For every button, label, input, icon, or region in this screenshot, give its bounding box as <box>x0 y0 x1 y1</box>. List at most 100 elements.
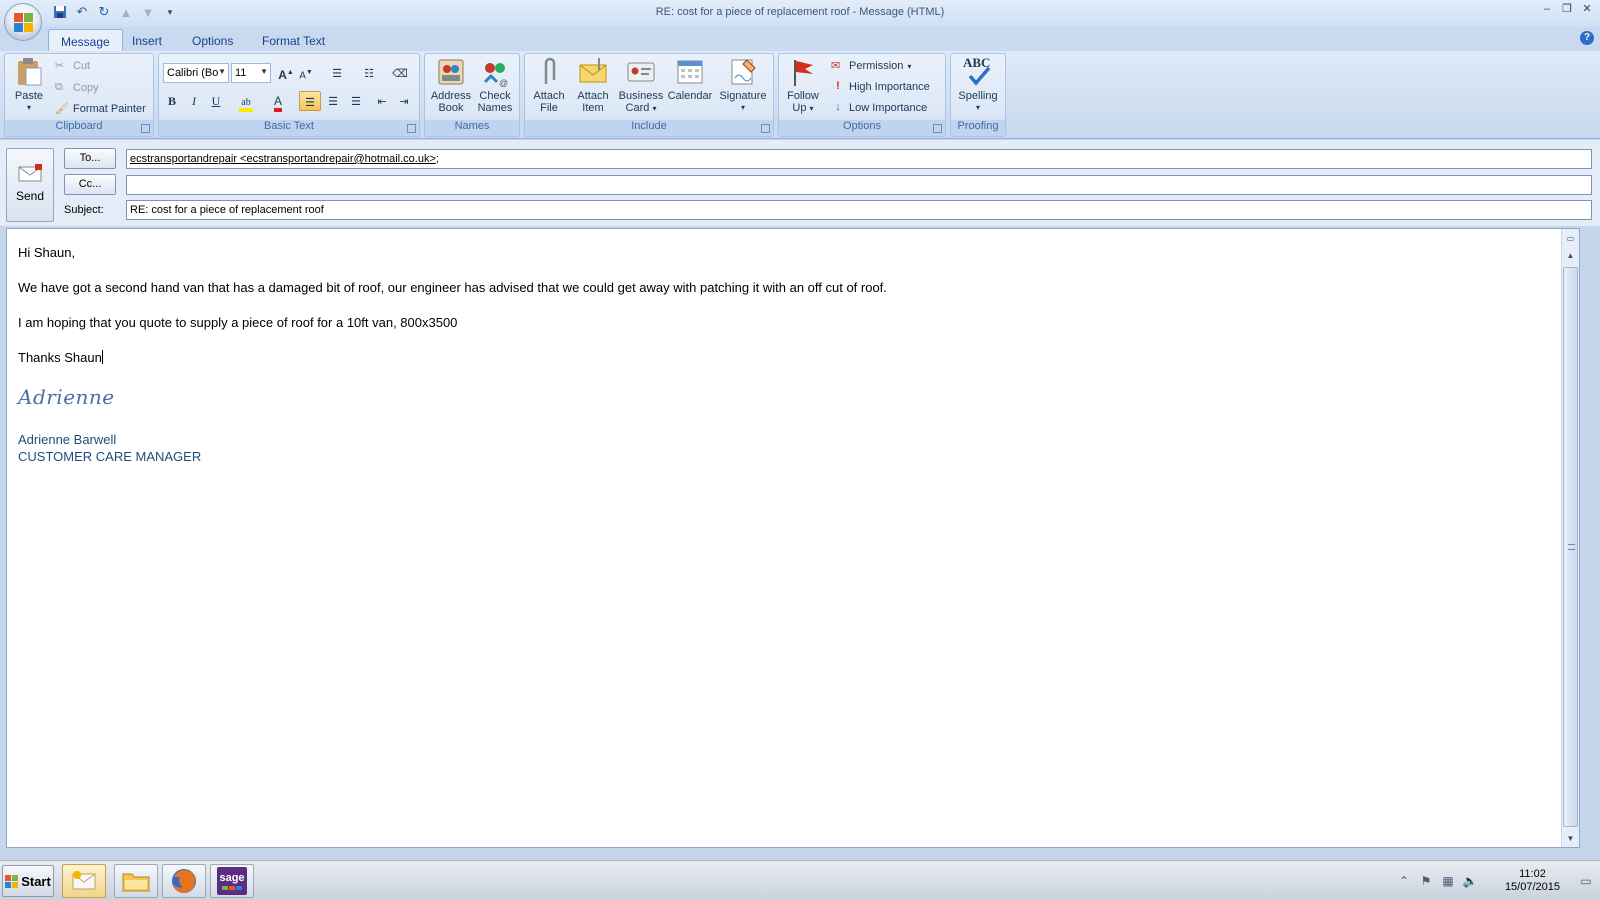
basic-text-group: Calibri (Bo ▼ 11 ▼ A▲ A▼ ☰ ☷ ⌫ B I U ab … <box>158 53 420 137</box>
send-button[interactable]: Send <box>6 148 54 222</box>
underline-button[interactable]: U <box>205 91 227 111</box>
address-book-button[interactable]: Address Book <box>429 56 473 114</box>
highlighter-icon: ab <box>239 98 253 112</box>
tab-message[interactable]: Message <box>48 29 123 51</box>
cc-button[interactable]: Cc... <box>64 174 116 195</box>
attach-file-button[interactable]: Attach File <box>527 56 571 114</box>
include-dialog-launcher[interactable] <box>761 124 770 133</box>
close-icon[interactable]: ✕ <box>1580 2 1594 16</box>
help-icon[interactable]: ? <box>1580 31 1594 45</box>
message-body[interactable]: Hi Shaun, We have got a second hand van … <box>6 228 1580 848</box>
taskbar-sage[interactable]: sage <box>210 864 254 898</box>
subject-label: Subject: <box>64 204 104 216</box>
volume-icon[interactable]: 🔈 <box>1462 874 1478 888</box>
office-button[interactable] <box>4 3 42 41</box>
ruler-toggle-icon[interactable]: ▭ <box>1563 231 1578 246</box>
business-card-button[interactable]: Business Card ▾ <box>615 56 667 115</box>
attach-item-button[interactable]: Attach Item <box>571 56 615 114</box>
network-icon[interactable]: ▦ <box>1440 874 1456 888</box>
check-names-button[interactable]: @ Check Names <box>473 56 517 114</box>
numbering-button[interactable]: ☷ <box>355 63 383 83</box>
firefox-icon <box>172 869 196 893</box>
title-bar: ↶ ↻ ▲ ▼ ▾ RE: cost for a piece of replac… <box>0 0 1600 27</box>
bold-button[interactable]: B <box>161 91 183 111</box>
show-hidden-icons-icon[interactable]: ⌃ <box>1396 874 1412 888</box>
exclamation-icon: ! <box>836 80 840 92</box>
tab-options[interactable]: Options <box>180 29 245 51</box>
basic-text-dialog-launcher[interactable] <box>407 124 416 133</box>
start-button[interactable]: Start <box>2 865 54 897</box>
action-center-flag-icon[interactable]: ⚑ <box>1418 874 1434 888</box>
clock[interactable]: 11:02 15/07/2015 <box>1505 868 1560 894</box>
message-header: Send To... ecstransportandrepair <ecstra… <box>0 140 1600 226</box>
bullets-button[interactable]: ☰ <box>323 63 351 83</box>
signature-icon <box>727 56 759 88</box>
align-right-button[interactable]: ☰ <box>345 91 367 111</box>
to-field[interactable]: ecstransportandrepair <ecstransportandre… <box>126 149 1592 169</box>
check-names-label-1: Check <box>479 90 511 102</box>
spelling-button[interactable]: ABC Spelling ▾ <box>953 56 1003 114</box>
cut-button[interactable]: ✂ Cut <box>55 56 90 76</box>
shrink-font-button[interactable]: A▼ <box>295 63 317 83</box>
signature-title: CUSTOMER CARE MANAGER <box>18 449 202 464</box>
system-tray: ⌃ ⚑ ▦ 🔈 11:02 15/07/2015 ▭ <box>1390 861 1600 900</box>
numbering-icon: ☷ <box>364 68 374 80</box>
taskbar-outlook[interactable] <box>62 864 106 898</box>
taskbar-firefox[interactable] <box>162 864 206 898</box>
increase-indent-button[interactable]: ⇥ <box>393 91 415 111</box>
scissors-icon: ✂ <box>55 60 65 72</box>
greeting: Hi Shaun, <box>18 245 76 260</box>
taskbar: Start sage ⌃ ⚑ ▦ 🔈 11:02 15/07/2015 ▭ <box>0 860 1600 900</box>
message-body-text[interactable]: Hi Shaun, We have got a second hand van … <box>18 245 1518 465</box>
decrease-indent-button[interactable]: ⇤ <box>371 91 393 111</box>
business-card-label-1: Business <box>618 90 664 102</box>
include-group: Attach File Attach Item Business Card ▾ … <box>524 53 774 137</box>
align-center-button[interactable]: ☰ <box>322 91 344 111</box>
scrollbar-grip <box>1568 544 1575 550</box>
tab-insert[interactable]: Insert <box>120 29 174 51</box>
cc-field[interactable] <box>126 175 1592 195</box>
minimize-icon[interactable]: – <box>1540 2 1554 16</box>
align-left-button[interactable]: ☰ <box>299 91 321 111</box>
send-icon <box>16 163 44 185</box>
font-name-select[interactable]: Calibri (Bo ▼ <box>163 63 229 83</box>
align-left-icon: ☰ <box>305 97 315 109</box>
format-painter-button[interactable]: 🖌 Format Painter <box>55 99 146 119</box>
follow-up-button[interactable]: Follow Up ▾ <box>781 56 825 115</box>
arrow-down-icon: ↓ <box>835 101 841 113</box>
highlight-button[interactable]: ab <box>231 91 261 112</box>
closing-text: Thanks Shaun <box>18 350 102 365</box>
font-size-select[interactable]: 11 ▼ <box>231 63 271 83</box>
font-color-button[interactable]: A <box>263 91 293 112</box>
subject-field[interactable]: RE: cost for a piece of replacement roof <box>126 200 1592 220</box>
show-desktop-icon[interactable]: ▭ <box>1578 874 1594 888</box>
clear-formatting-button[interactable]: ⌫ <box>389 63 411 83</box>
svg-text:@: @ <box>499 78 508 88</box>
vertical-scrollbar[interactable]: ▭ ▲ ▼ <box>1561 229 1579 847</box>
clipboard-dialog-launcher[interactable] <box>141 124 150 133</box>
italic-button[interactable]: I <box>183 91 205 111</box>
options-dialog-launcher[interactable] <box>933 124 942 133</box>
permission-button[interactable]: ✉ Permission ▾ <box>831 56 911 76</box>
copy-button[interactable]: ⧉ Copy <box>55 78 99 98</box>
sage-icon: sage <box>217 867 247 895</box>
attach-item-label-2: Item <box>582 102 604 114</box>
high-importance-button[interactable]: ! High Importance <box>831 77 930 97</box>
scrollbar-thumb[interactable] <box>1563 267 1578 827</box>
grow-font-button[interactable]: A▲ <box>275 63 297 83</box>
restore-icon[interactable]: ❐ <box>1560 2 1574 16</box>
paste-label: Paste <box>14 90 44 102</box>
to-button[interactable]: To... <box>64 148 116 169</box>
low-importance-button[interactable]: ↓ Low Importance <box>831 98 927 118</box>
scroll-down-arrow-icon[interactable]: ▼ <box>1563 831 1578 846</box>
signature-button[interactable]: Signature ▾ <box>715 56 771 114</box>
tab-format-text[interactable]: Format Text <box>250 29 337 51</box>
windows-logo-icon <box>5 874 19 888</box>
calendar-button[interactable]: Calendar <box>665 56 715 102</box>
scroll-up-arrow-icon[interactable]: ▲ <box>1563 248 1578 263</box>
to-recipient[interactable]: ecstransportandrepair <ecstransportandre… <box>130 153 436 165</box>
office-logo-icon <box>14 13 34 33</box>
ribbon-tabs: Message Insert Options Format Text ? <box>0 27 1600 51</box>
paste-button[interactable]: Paste ▾ <box>9 56 49 114</box>
taskbar-explorer[interactable] <box>114 864 158 898</box>
